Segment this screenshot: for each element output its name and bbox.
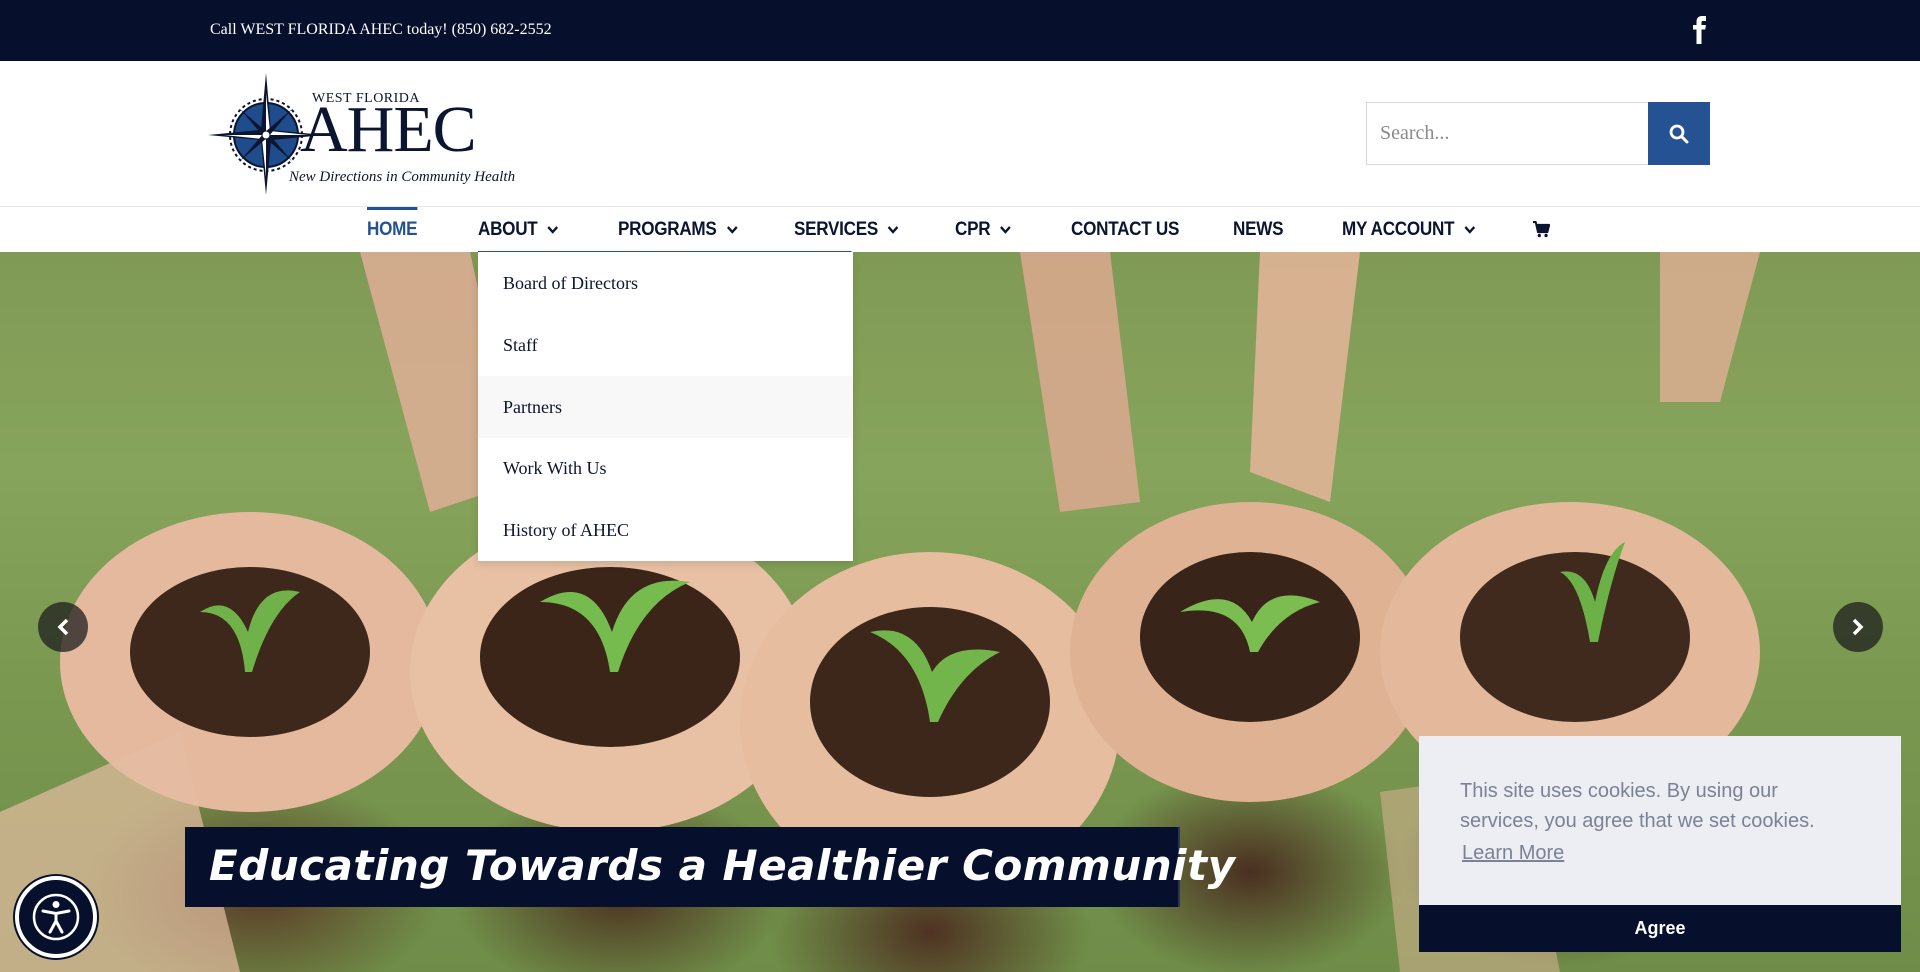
chevron-right-icon [1852,618,1864,636]
cookie-learn-more-link[interactable]: Learn More [1462,842,1564,865]
logo-text-group: WEST FLORIDA AHEC New Directions in Comm… [289,91,530,201]
nav-item-contact-us[interactable]: CONTACT US [1071,207,1179,252]
main-nav: HOME ABOUT PROGRAMS SERVICES CPR CONTACT… [0,207,1920,254]
hero-tagline-banner: Educating Towards a Healthier Community [185,827,1235,907]
cookie-message: This site uses cookies. By using our ser… [1460,780,1815,832]
accessibility-button[interactable] [15,876,97,958]
chevron-down-icon [1464,225,1475,234]
menu-item-work-with-us[interactable]: Work With Us [478,437,853,499]
nav-item-programs[interactable]: PROGRAMS [618,207,738,252]
chevron-left-icon [57,618,69,636]
call-text: Call WEST FLORIDA AHEC today! (850) 682-… [210,21,552,38]
chevron-down-icon [1000,225,1011,234]
nav-item-label: CONTACT US [1071,218,1180,240]
nav-item-my-account[interactable]: MY ACCOUNT [1342,207,1476,252]
slider-next-button[interactable] [1833,602,1883,652]
nav-item-label: CPR [955,218,991,240]
top-bar: Call WEST FLORIDA AHEC today! (850) 682-… [0,0,1920,61]
chevron-down-icon [888,225,899,234]
search-input[interactable] [1366,102,1649,165]
site-header: WEST FLORIDA AHEC New Directions in Comm… [0,61,1920,207]
nav-item-cpr[interactable]: CPR [955,207,1012,252]
cart-icon [1533,221,1551,238]
chevron-down-icon [726,225,738,234]
hero-tagline: Educating Towards a Healthier Community [209,841,1236,890]
nav-cart[interactable] [1533,207,1551,252]
nav-item-about[interactable]: ABOUT [478,207,852,254]
menu-item-history-of-ahec[interactable]: History of AHEC [478,499,853,561]
logo-tagline: New Directions in Community Health [289,169,516,185]
nav-item-home[interactable]: HOME [367,207,418,252]
search-icon [1669,124,1689,143]
nav-item-services[interactable]: SERVICES [794,207,900,252]
search-form [1366,102,1711,165]
cookie-notice: This site uses cookies. By using our ser… [1419,736,1901,952]
nav-item-label: ABOUT [478,218,538,240]
nav-item-news[interactable]: NEWS [1233,207,1284,252]
about-dropdown-menu: Board of Directors Staff Partners Work W… [478,252,853,561]
nav-item-label: NEWS [1233,218,1284,240]
cookie-agree-button[interactable]: Agree [1419,905,1901,952]
search-button[interactable] [1648,102,1710,165]
nav-item-label: SERVICES [794,218,879,240]
menu-item-board-of-directors[interactable]: Board of Directors [478,252,853,314]
nav-item-label: HOME [367,218,418,240]
menu-item-partners[interactable]: Partners [478,376,853,438]
nav-item-label: PROGRAMS [618,218,717,240]
nav-item-label: MY ACCOUNT [1342,218,1455,240]
menu-item-staff[interactable]: Staff [478,314,853,376]
slider-prev-button[interactable] [38,602,88,652]
facebook-icon[interactable] [1690,16,1710,44]
chevron-down-icon [547,225,559,234]
logo-line2: AHEC [300,93,477,166]
accessibility-icon [32,893,80,941]
